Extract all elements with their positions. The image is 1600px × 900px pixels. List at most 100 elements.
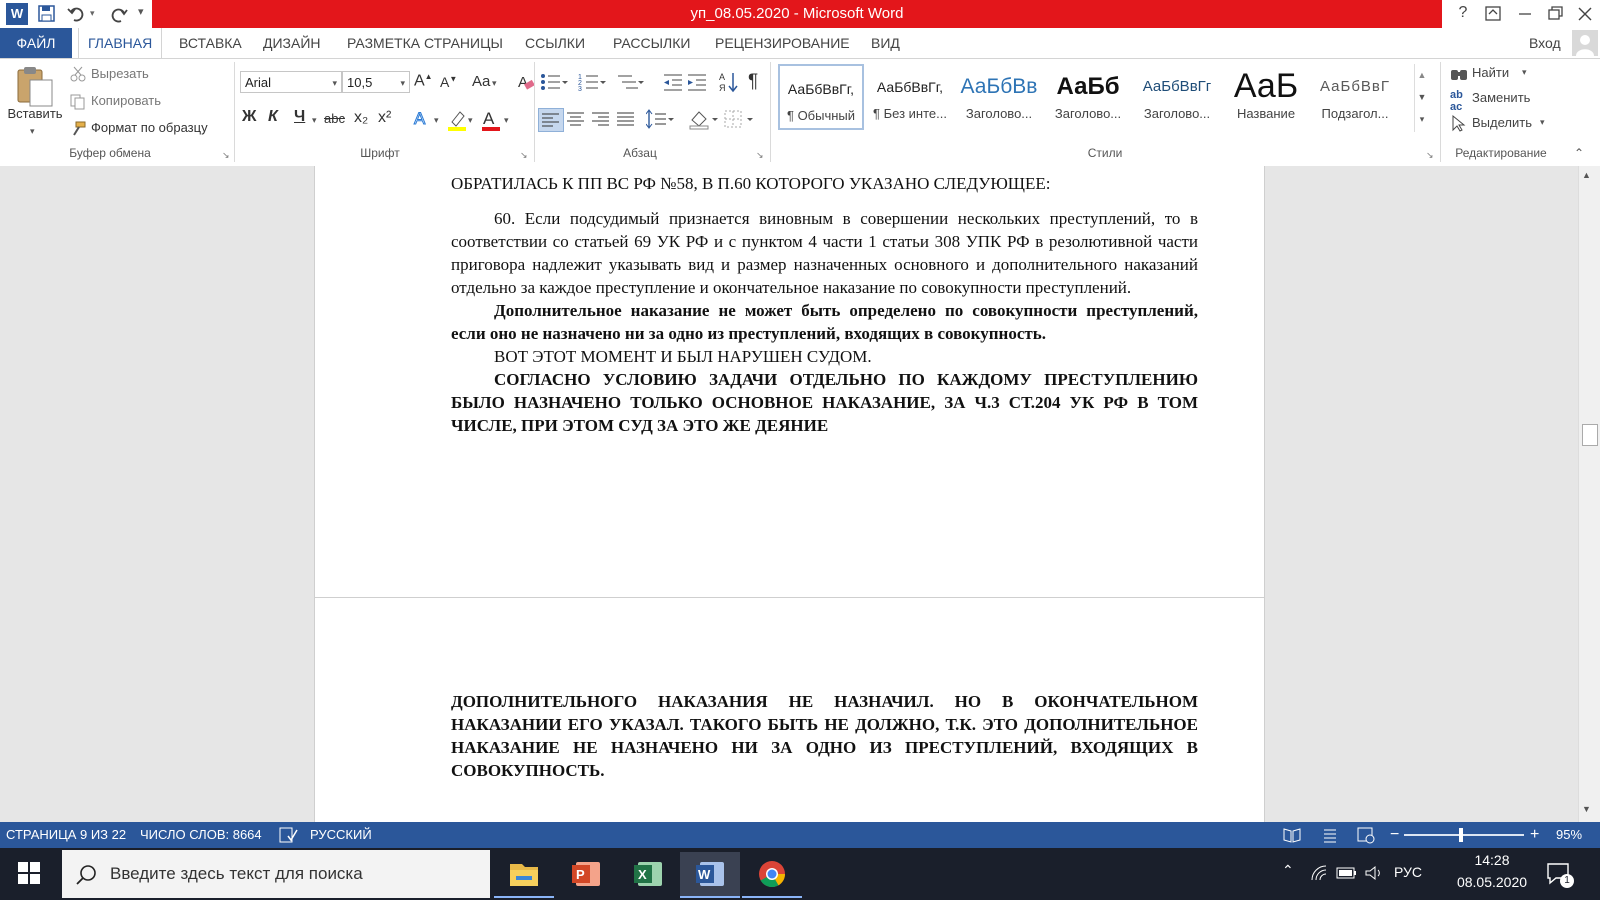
style-no-spacing[interactable]: АаБбВвГг, ¶ Без инте... (867, 64, 953, 130)
chrome-icon[interactable] (742, 852, 802, 898)
zoom-slider-thumb[interactable] (1458, 828, 1463, 842)
replace-button[interactable]: Заменить (1472, 90, 1530, 105)
tab-design[interactable]: ДИЗАЙН (254, 28, 330, 58)
tab-insert[interactable]: ВСТАВКА (170, 28, 251, 58)
battery-icon[interactable] (1336, 866, 1358, 880)
clipboard-launcher-icon[interactable]: ↘ (222, 150, 230, 161)
restore-icon[interactable] (1540, 0, 1570, 28)
replace-icon[interactable]: ab ac (1450, 89, 1463, 113)
find-button[interactable]: Найти (1472, 65, 1509, 80)
scroll-down-icon[interactable]: ▼ (1415, 86, 1429, 108)
chevron-down-icon[interactable]: ▾ (468, 115, 473, 126)
volume-icon[interactable] (1364, 864, 1384, 882)
font-color-icon[interactable]: A (480, 108, 502, 132)
copy-icon[interactable] (70, 94, 86, 110)
italic-button[interactable]: К (268, 108, 278, 126)
input-language[interactable]: РУС (1394, 864, 1422, 880)
show-formatting-marks-icon[interactable]: ¶ (748, 71, 758, 93)
increase-indent-icon[interactable] (686, 72, 708, 92)
scroll-up-icon[interactable]: ▲ (1415, 64, 1429, 86)
change-case-button[interactable]: Aa (472, 73, 490, 90)
paste-dropdown-icon[interactable]: ▾ (30, 126, 35, 137)
tab-page-layout[interactable]: РАЗМЕТКА СТРАНИЦЫ (338, 28, 512, 58)
scroll-thumb[interactable] (1582, 424, 1598, 446)
copy-button[interactable]: Копировать (91, 93, 161, 108)
style-subtitle[interactable]: АаБбВвГ Подзагол... (1312, 64, 1398, 130)
windows-start-icon[interactable] (18, 862, 40, 884)
word-count[interactable]: ЧИСЛО СЛОВ: 8664 (140, 822, 262, 848)
excel-icon[interactable]: X (618, 852, 678, 896)
strikethrough-button[interactable]: abc (324, 111, 345, 126)
style-heading-1[interactable]: АаБбВв Заголово... (956, 64, 1042, 130)
bold-button[interactable]: Ж (242, 108, 256, 126)
highlight-icon[interactable] (446, 108, 468, 132)
ribbon-display-options-icon[interactable] (1478, 0, 1508, 28)
scroll-down-icon[interactable]: ▼ (1582, 804, 1591, 814)
customize-qat-icon[interactable]: ▾ (138, 5, 144, 18)
language-status[interactable]: РУССКИЙ (310, 822, 372, 848)
superscript-button[interactable]: x² (378, 109, 391, 127)
font-launcher-icon[interactable]: ↘ (520, 150, 528, 161)
binoculars-icon[interactable] (1450, 64, 1468, 82)
chevron-down-icon[interactable]: ▾ (492, 78, 497, 89)
styles-launcher-icon[interactable]: ↘ (1426, 150, 1434, 161)
font-name-field[interactable]: Arial ▾ (240, 71, 342, 93)
web-layout-icon[interactable] (1356, 826, 1376, 844)
more-styles-icon[interactable]: ▾ (1415, 108, 1429, 130)
style-normal[interactable]: АаБбВвГг, ¶ Обычный (778, 64, 864, 130)
align-left-icon[interactable] (538, 108, 564, 132)
chevron-down-icon[interactable]: ▾ (312, 115, 317, 126)
paste-icon[interactable] (12, 64, 56, 108)
shrink-font-icon[interactable]: A▼ (440, 74, 457, 90)
line-spacing-icon[interactable] (646, 108, 674, 130)
font-size-field[interactable]: 10,5 ▾ (342, 71, 410, 93)
tab-references[interactable]: ССЫЛКИ (516, 28, 594, 58)
help-button[interactable]: ? (1448, 0, 1478, 28)
page[interactable]: ДОПОЛНИТЕЛЬНОГО НАКАЗАНИЯ НЕ НАЗНАЧИЛ. Н… (314, 597, 1265, 822)
clear-formatting-icon[interactable]: A (516, 73, 536, 91)
file-explorer-icon[interactable] (494, 852, 554, 898)
shading-icon[interactable] (688, 108, 718, 130)
tab-mailings[interactable]: РАССЫЛКИ (604, 28, 699, 58)
borders-icon[interactable] (722, 108, 754, 130)
select-icon[interactable] (1450, 114, 1466, 132)
chevron-down-icon[interactable]: ▾ (1522, 67, 1527, 78)
chevron-down-icon[interactable]: ▾ (434, 115, 439, 126)
select-button[interactable]: Выделить (1472, 115, 1532, 130)
subscript-button[interactable]: x₂ (354, 109, 368, 127)
chevron-down-icon[interactable]: ▾ (504, 115, 509, 126)
decrease-indent-icon[interactable] (662, 72, 684, 92)
scroll-up-icon[interactable]: ▲ (1582, 170, 1591, 180)
format-painter-button[interactable]: Формат по образцу (91, 120, 208, 135)
sign-in-link[interactable]: Вход (1520, 28, 1570, 58)
justify-icon[interactable] (614, 108, 638, 130)
tab-view[interactable]: ВИД (862, 28, 909, 58)
close-icon[interactable] (1570, 0, 1600, 28)
page-count[interactable]: СТРАНИЦА 9 ИЗ 22 (6, 822, 126, 848)
chevron-down-icon[interactable]: ▾ (1540, 117, 1545, 128)
style-heading-3[interactable]: АаБбВвГг Заголово... (1134, 64, 1220, 130)
grow-font-icon[interactable]: A▲ (414, 72, 433, 90)
tab-review[interactable]: РЕЦЕНЗИРОВАНИЕ (706, 28, 859, 58)
network-icon[interactable] (1310, 864, 1330, 882)
align-center-icon[interactable] (564, 108, 588, 130)
style-heading-2[interactable]: АаБб Заголово... (1045, 64, 1131, 130)
zoom-out-icon[interactable]: − (1390, 822, 1399, 848)
cut-button[interactable]: Вырезать (91, 66, 149, 81)
numbering-icon[interactable]: 123 (578, 72, 606, 92)
save-icon[interactable] (36, 4, 58, 24)
collapse-ribbon-icon[interactable]: ⌃ (1574, 146, 1584, 160)
style-title[interactable]: АаБ Название (1223, 64, 1309, 130)
minimize-icon[interactable] (1510, 0, 1540, 28)
proofing-icon[interactable] (278, 826, 298, 844)
clock-date[interactable]: 08.05.2020 (1452, 874, 1532, 890)
underline-button[interactable]: Ч (294, 108, 305, 126)
avatar[interactable] (1572, 30, 1598, 56)
undo-dropdown-icon[interactable]: ▾ (90, 8, 95, 19)
format-painter-icon[interactable] (70, 121, 86, 137)
read-mode-icon[interactable] (1282, 826, 1302, 844)
word-taskbar-icon[interactable]: W (680, 852, 740, 898)
paste-button[interactable]: Вставить (5, 106, 65, 121)
tab-file[interactable]: ФАЙЛ (0, 28, 72, 58)
zoom-level[interactable]: 95% (1556, 822, 1582, 848)
